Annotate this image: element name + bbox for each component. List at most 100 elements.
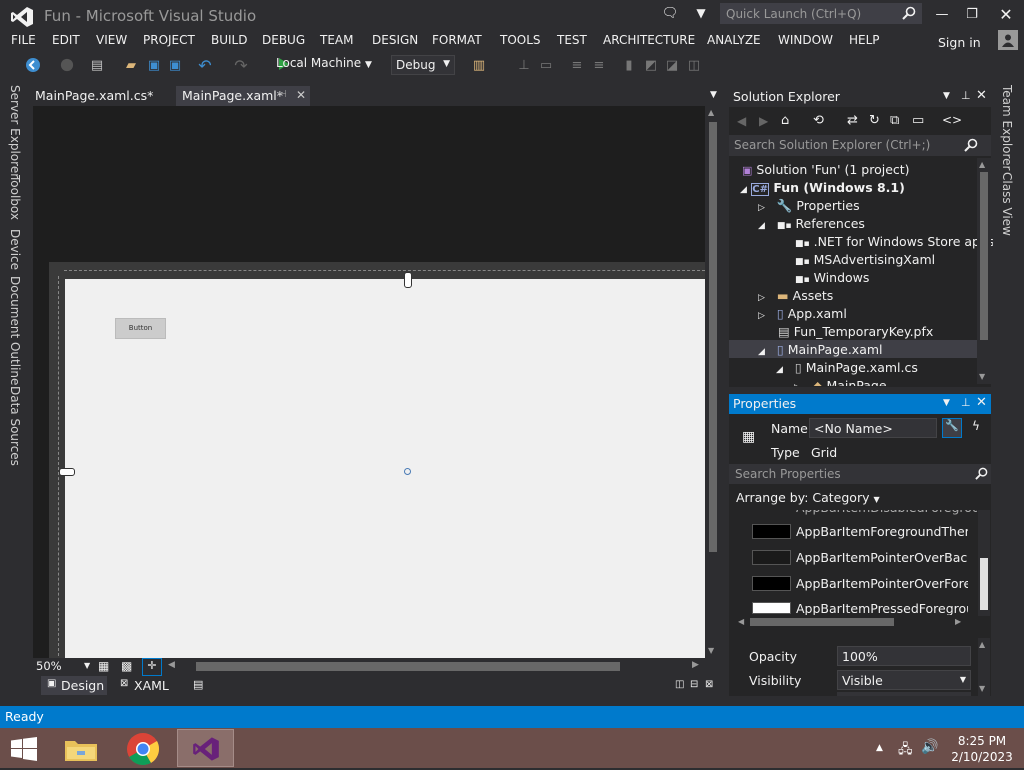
volume-icon[interactable]: 🔊 [921,739,938,755]
tree-item-assets[interactable]: ▷ ▬ Assets [758,288,833,303]
menu-design[interactable]: DESIGN [372,33,418,47]
save-icon[interactable]: ▣ [145,56,163,74]
uncomment-icon[interactable]: ≡ [590,56,608,74]
toolbox-tab[interactable]: Toolbox [8,175,22,220]
configuration-dropdown[interactable]: Debug ▼ [391,55,455,75]
brush-list-scroll-thumb[interactable] [980,558,988,610]
pin-icon[interactable]: ⊣ [278,89,287,100]
properties-search-input[interactable]: Search Properties [729,464,991,484]
home-icon[interactable]: ⌂ [781,113,789,128]
back-icon[interactable]: ◀ [737,114,746,128]
tree-item-references[interactable]: ◢ ■▪ References [758,216,865,231]
brush-swatch[interactable] [752,576,791,591]
zoom-dropdown[interactable]: 50% ▼ [36,659,90,675]
tree-item-windows-ref[interactable]: ■▪ Windows [795,270,869,285]
solution-explorer-search-input[interactable]: Search Solution Explorer (Ctrl+;) [729,135,991,156]
back-icon[interactable] [24,56,42,74]
taskbar-clock[interactable]: 8:25 PM 2/10/2023 [946,733,1018,765]
arrange-by-dropdown[interactable]: Arrange by: Category ▼ [736,490,880,505]
brush-h-scroll-thumb[interactable] [750,618,894,626]
tab-overflow-icon[interactable]: ▼ [710,90,717,100]
resize-handle-top[interactable] [404,272,412,288]
save-all-icon[interactable]: ▣ [166,56,184,74]
grid-icon[interactable]: ▦ [98,659,109,673]
scroll-down-icon[interactable]: ▼ [708,646,714,655]
scroll-left-icon[interactable]: ◀ [738,617,744,626]
horizontal-scroll-thumb[interactable] [196,662,620,671]
file-explorer-taskbar-button[interactable] [63,735,99,763]
scroll-up-icon[interactable]: ▲ [708,108,714,117]
menu-analyze[interactable]: ANALYZE [707,33,761,47]
scroll-down-icon[interactable]: ▼ [979,372,985,381]
xaml-view-tab[interactable]: ⊠ XAML [118,676,178,695]
snap-lines-icon[interactable]: ✛ [142,658,162,676]
device-tab[interactable]: Device [8,229,22,270]
tree-item-properties[interactable]: ▷ 🔧 Properties [758,198,860,214]
brush-swatch[interactable] [752,550,791,565]
avatar[interactable] [998,30,1018,50]
bookmark-icon[interactable]: ▮ [620,56,638,74]
scroll-up-icon[interactable]: ▲ [979,640,985,649]
menu-edit[interactable]: EDIT [52,33,80,47]
search-icon[interactable] [964,138,978,152]
popup-xaml-icon[interactable]: ▤ [193,678,203,691]
new-project-icon[interactable]: ▤ [88,56,106,74]
search-icon[interactable] [902,6,916,20]
pin-icon[interactable]: ⊥ [961,89,971,102]
tree-item-mainpage-cs[interactable]: ◢ ▯ MainPage.xaml.cs [776,360,918,375]
panel-menu-icon[interactable]: ▼ [943,398,950,408]
scroll-up-icon[interactable]: ▲ [979,160,985,169]
scroll-left-icon[interactable]: ◀ [168,660,175,670]
sync-icon[interactable]: ⟲ [813,113,824,128]
close-icon[interactable]: ✕ [296,88,306,102]
properties-wrench-icon[interactable]: 🔧 [942,418,962,438]
team-explorer-tab[interactable]: Team Explorer [1000,85,1014,171]
distribute-icon[interactable]: ▭ [537,56,555,74]
find-in-files-icon[interactable]: ▥ [470,56,488,74]
menu-view[interactable]: VIEW [96,33,127,47]
vertical-scroll-thumb[interactable] [709,122,717,552]
tree-item-msadvertising-ref[interactable]: ■▪ MSAdvertisingXaml [795,252,935,267]
open-folder-icon[interactable]: ▰ [122,56,140,74]
switch-views-icon[interactable]: ⇄ [847,113,858,128]
collapse-pane-icon[interactable]: ⊠ [705,679,713,690]
tree-item-net-ref[interactable]: ■▪ .NET for Windows Store apps [795,234,994,249]
server-explorer-tab[interactable]: Server Explorer [8,85,22,178]
opacity-input[interactable]: 100% [837,646,971,666]
notification-filter-icon[interactable]: ▼ [692,4,710,22]
panel-menu-icon[interactable]: ▼ [943,91,950,101]
menu-file[interactable]: FILE [11,33,36,47]
solution-explorer-scroll-thumb[interactable] [980,172,988,340]
restore-button[interactable]: ❐ [958,4,986,24]
scroll-right-icon[interactable]: ▶ [955,617,961,626]
tree-item-pfx[interactable]: ▤ Fun_TemporaryKey.pfx [778,324,933,339]
tree-item-solution[interactable]: ▣ Solution 'Fun' (1 project) [742,162,910,177]
events-icon[interactable]: ϟ [966,419,986,437]
sign-in-link[interactable]: Sign in [938,35,981,50]
forward-icon[interactable]: ▶ [759,114,768,128]
quick-launch-input[interactable]: Quick Launch (Ctrl+Q) [720,3,922,24]
close-icon[interactable]: ✕ [976,395,987,410]
prev-bookmark-icon[interactable]: ◩ [642,56,660,74]
tree-item-mainpage-xaml[interactable]: ◢ ▯ MainPage.xaml [758,342,883,357]
refresh-icon[interactable]: ↻ [869,113,880,128]
chrome-taskbar-button[interactable] [125,731,161,767]
resize-handle-left[interactable] [59,468,75,476]
document-outline-tab[interactable]: Document Outline [8,276,22,385]
menu-team[interactable]: TEAM [320,33,353,47]
menu-test[interactable]: TEST [557,33,587,47]
search-icon[interactable] [975,467,988,480]
visibility-dropdown[interactable]: Visible ▼ [837,670,971,690]
menu-window[interactable]: WINDOW [778,33,833,47]
menu-format[interactable]: FORMAT [432,33,482,47]
class-view-tab[interactable]: Class View [1000,172,1014,236]
next-bookmark-icon[interactable]: ◪ [663,56,681,74]
run-target-dropdown[interactable]: Local Machine ▼ [276,56,372,70]
view-code-icon[interactable]: <> [942,113,962,127]
brush-swatch[interactable] [752,524,791,539]
tab-mainpage-xaml[interactable]: MainPage.xaml* ⊣ ✕ [176,86,310,106]
comment-icon[interactable]: ≡ [568,56,586,74]
data-sources-tab[interactable]: Data Sources [8,386,22,466]
brush-swatch[interactable] [752,602,791,614]
pin-icon[interactable]: ⊥ [961,396,971,409]
